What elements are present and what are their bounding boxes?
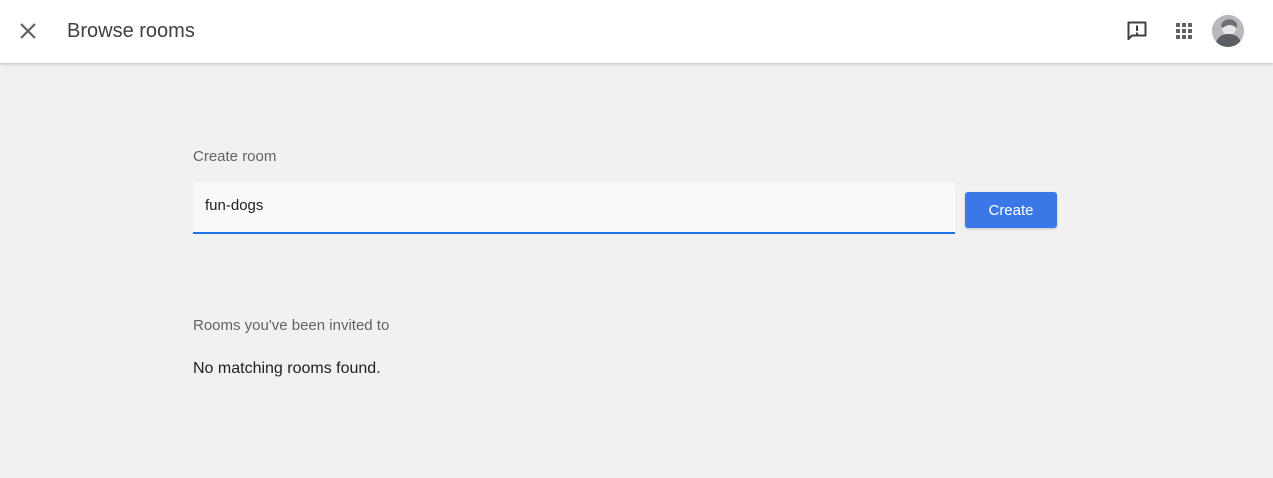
create-room-label: Create room bbox=[193, 148, 277, 165]
apps-button[interactable] bbox=[1168, 15, 1200, 47]
room-name-field[interactable] bbox=[193, 182, 955, 234]
close-icon bbox=[20, 23, 36, 39]
invited-rooms-label: Rooms you've been invited to bbox=[193, 317, 390, 334]
empty-state-message: No matching rooms found. bbox=[193, 360, 381, 377]
page-title: Browse rooms bbox=[67, 20, 195, 42]
apps-grid-icon bbox=[1176, 23, 1192, 39]
feedback-icon bbox=[1127, 21, 1147, 40]
close-button[interactable] bbox=[14, 17, 42, 45]
avatar[interactable] bbox=[1212, 15, 1244, 47]
top-app-bar: Browse rooms bbox=[0, 0, 1273, 63]
room-name-input[interactable] bbox=[193, 182, 955, 232]
user-avatar-icon bbox=[1212, 15, 1244, 47]
feedback-button[interactable] bbox=[1121, 15, 1153, 47]
create-button[interactable]: Create bbox=[965, 192, 1057, 228]
